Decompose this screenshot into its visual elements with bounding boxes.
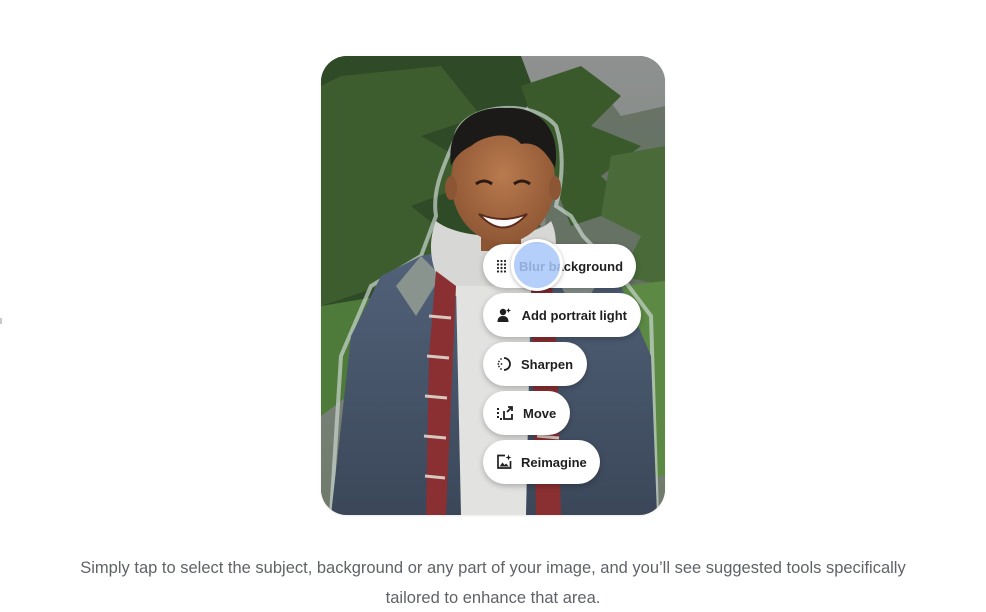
sharpen-label: Sharpen — [521, 356, 574, 372]
add-portrait-light-label: Add portrait light — [521, 307, 627, 323]
add-portrait-light-button[interactable]: Add portrait light — [483, 293, 641, 337]
person-light-icon — [496, 306, 513, 324]
dots-grid-icon — [496, 257, 510, 275]
move-label: Move — [523, 405, 557, 421]
page: Blur background Add portrait light Sharp… — [0, 0, 986, 612]
reimagine-icon — [496, 453, 512, 471]
sharpen-icon — [496, 355, 512, 373]
caption-line-2: tailored to enhance that area. — [385, 589, 601, 607]
reimagine-button[interactable]: Reimagine — [483, 440, 600, 484]
move-icon — [496, 404, 514, 422]
reimagine-label: Reimagine — [521, 454, 587, 470]
caption-line-1: Simply tap to select the subject, backgr… — [80, 559, 906, 577]
move-button[interactable]: Move — [483, 391, 570, 435]
tap-indicator — [511, 239, 563, 291]
edge-marker — [0, 318, 2, 324]
feature-description: Simply tap to select the subject, backgr… — [40, 553, 946, 612]
sharpen-button[interactable]: Sharpen — [483, 342, 587, 386]
